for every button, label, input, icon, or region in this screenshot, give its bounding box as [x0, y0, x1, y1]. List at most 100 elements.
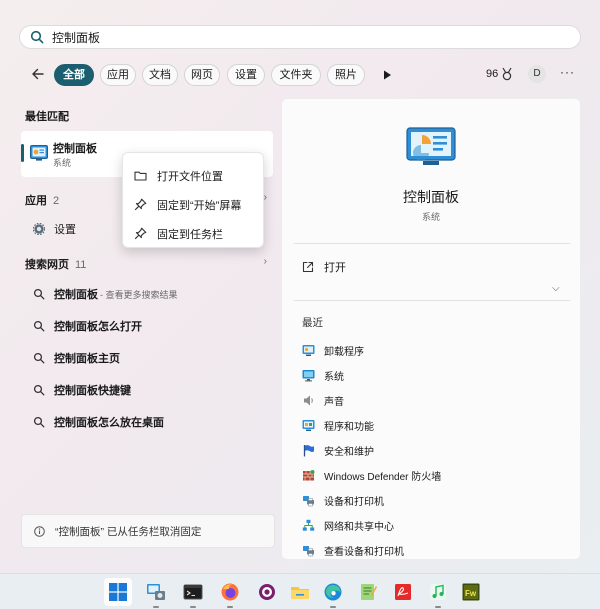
- recent-item-view-devices[interactable]: 查看设备和打印机: [302, 541, 404, 559]
- speaker-icon: [304, 395, 313, 405]
- svg-text:Fw: Fw: [465, 589, 477, 598]
- recent-item-programs[interactable]: 程序和功能: [302, 416, 374, 434]
- menu-item-label: 固定到任务栏: [157, 228, 223, 241]
- menu-item-label: 打开文件位置: [157, 170, 223, 183]
- web-suggestion-label: 控制面板怎么打开: [54, 321, 142, 333]
- open-action[interactable]: 打开: [302, 259, 346, 275]
- search-input[interactable]: [52, 30, 532, 44]
- programs-icon: [302, 419, 315, 431]
- pdf-icon[interactable]: [393, 582, 413, 602]
- printer-icon: [303, 495, 314, 506]
- section-best-match: 最佳匹配: [25, 111, 69, 123]
- menu-item-label: 固定到“开始”屏幕: [157, 199, 242, 212]
- search-box[interactable]: [19, 25, 581, 49]
- running-indicator: [190, 606, 196, 608]
- avatar[interactable]: D: [528, 65, 546, 83]
- menu-item-pin-to-start[interactable]: 固定到“开始”屏幕: [123, 190, 263, 219]
- notification-text: “控制面板” 已从任务栏取消固定: [55, 525, 202, 538]
- running-indicator: [153, 606, 159, 608]
- recent-item-label: 卸载程序: [324, 346, 364, 358]
- back-arrow-icon[interactable]: [28, 64, 48, 84]
- flag-icon: [303, 444, 314, 456]
- rewards-points[interactable]: 96: [486, 66, 513, 82]
- pin-icon: [134, 227, 147, 240]
- tab-all[interactable]: 全部: [54, 64, 94, 86]
- tab-apps[interactable]: 应用: [100, 64, 136, 86]
- recent-item-label: Windows Defender 防火墙: [324, 471, 442, 483]
- menu-item-open-file-location[interactable]: 打开文件位置: [123, 161, 263, 190]
- search-icon: [33, 384, 45, 396]
- expand-chevron-icon[interactable]: ⌵: [552, 283, 560, 294]
- edge-icon[interactable]: [323, 582, 343, 602]
- gear-icon: [33, 223, 45, 235]
- recent-item-security[interactable]: 安全和维护: [302, 441, 374, 459]
- web-query-text: 控制面板: [54, 289, 98, 301]
- recent-item-label: 声音: [324, 396, 344, 408]
- more-options-button[interactable]: ···: [560, 65, 575, 79]
- section-web-count: 11: [75, 259, 87, 271]
- search-icon: [33, 288, 45, 300]
- chevron-right-icon[interactable]: ›: [264, 192, 267, 203]
- web-suggestion[interactable]: 控制面板主页: [33, 348, 120, 368]
- control-panel-icon: [406, 127, 456, 165]
- firewall-icon: [303, 469, 315, 480]
- web-suggestion-label: 控制面板怎么放在桌面: [54, 417, 164, 429]
- taskbar: Fw: [0, 573, 600, 609]
- best-match-title: 控制面板: [53, 143, 97, 155]
- section-apps-count: 2: [53, 195, 60, 207]
- recent-item-label: 查看设备和打印机: [324, 546, 404, 558]
- section-web-label: 搜索网页: [25, 259, 69, 271]
- app-item-label: 设置: [54, 224, 76, 236]
- web-result-main[interactable]: 控制面板 - 查看更多搜索结果: [33, 284, 178, 304]
- unpin-notification: “控制面板” 已从任务栏取消固定: [21, 514, 275, 548]
- recent-item-label: 安全和维护: [324, 446, 374, 458]
- recent-item-network[interactable]: 网络和共享中心: [302, 516, 394, 534]
- divider: [294, 243, 570, 244]
- recent-item-sound[interactable]: 声音: [302, 391, 344, 409]
- pin-icon: [134, 198, 147, 211]
- detail-title: 控制面板: [403, 189, 459, 205]
- recent-item-uninstall[interactable]: 卸载程序: [302, 341, 364, 359]
- menu-item-pin-to-taskbar[interactable]: 固定到任务栏: [123, 219, 263, 248]
- music-icon[interactable]: [428, 582, 448, 602]
- network-icon: [302, 519, 315, 531]
- section-apps-label: 应用: [25, 195, 47, 207]
- web-suggestion[interactable]: 控制面板怎么放在桌面: [33, 412, 164, 432]
- firefox-icon[interactable]: [220, 582, 240, 602]
- windows-start-icon[interactable]: [108, 582, 128, 602]
- search-icon: [33, 320, 45, 332]
- play-icon[interactable]: [380, 68, 394, 82]
- notepad-icon[interactable]: [358, 582, 378, 602]
- recent-item-firewall[interactable]: Windows Defender 防火墙: [302, 466, 441, 484]
- recent-item-label: 程序和功能: [324, 421, 374, 433]
- web-suggestion[interactable]: 控制面板快捷键: [33, 380, 131, 400]
- media-player-icon[interactable]: [257, 582, 277, 602]
- section-apps: 应用 2: [25, 192, 59, 208]
- fireworks-icon[interactable]: Fw: [461, 582, 481, 602]
- running-indicator: [227, 606, 233, 608]
- tab-photos[interactable]: 照片: [327, 64, 365, 86]
- section-web: 搜索网页 11: [25, 256, 86, 272]
- monitor-icon: [302, 369, 315, 381]
- recent-item-label: 设备和打印机: [324, 496, 384, 508]
- control-panel-icon: [302, 344, 315, 356]
- app-item-settings[interactable]: 设置: [33, 219, 76, 239]
- web-suggestion[interactable]: 控制面板怎么打开: [33, 316, 142, 336]
- web-query-hint: - 查看更多搜索结果: [100, 289, 178, 300]
- context-menu: 打开文件位置 固定到“开始”屏幕 固定到任务栏: [122, 152, 264, 248]
- recent-item-label: 系统: [324, 371, 344, 383]
- tab-settings[interactable]: 设置: [227, 64, 265, 86]
- recent-item-devices[interactable]: 设备和打印机: [302, 491, 384, 509]
- control-panel-icon[interactable]: [146, 582, 166, 602]
- running-indicator: [330, 606, 336, 608]
- file-explorer-icon[interactable]: [290, 582, 310, 602]
- chevron-right-icon[interactable]: ›: [264, 256, 267, 267]
- terminal-icon[interactable]: [183, 582, 203, 602]
- tab-web[interactable]: 网页: [184, 64, 220, 86]
- recent-item-system[interactable]: 系统: [302, 366, 344, 384]
- tab-folders[interactable]: 文件夹: [271, 64, 321, 86]
- web-suggestion-label: 控制面板快捷键: [54, 385, 131, 397]
- tab-documents[interactable]: 文档: [142, 64, 178, 86]
- recent-item-label: 网络和共享中心: [324, 521, 394, 533]
- printer-icon: [303, 545, 314, 556]
